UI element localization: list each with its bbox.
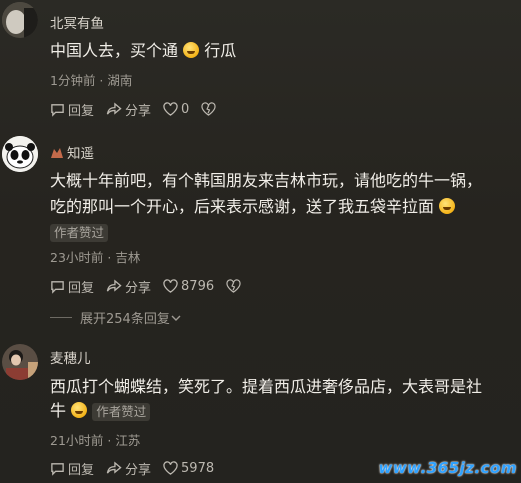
like-count: 0 (181, 101, 190, 117)
expand-replies-label: 展开254条回复 (80, 312, 170, 327)
heart-icon (163, 461, 178, 475)
share-label: 分享 (125, 280, 152, 296)
comment-text-part: 牛 (50, 401, 67, 420)
comment-text: 中国人去，买个通 行瓜 (50, 38, 507, 64)
avatar[interactable] (2, 344, 38, 380)
comment-text-part: 吃的那叫一个开心，后来表示感谢，送了我五袋辛拉面 (50, 197, 435, 216)
reply-button[interactable]: 回复 (50, 459, 94, 478)
share-icon (106, 460, 122, 474)
comment-author-name[interactable]: 北冥有鱼 (50, 12, 104, 32)
share-icon (106, 101, 122, 115)
comment-icon (51, 462, 64, 476)
dislike-icon (201, 102, 216, 116)
dislike-button[interactable] (226, 279, 244, 293)
emoji-laugh-icon (439, 198, 456, 214)
verified-icon (51, 148, 63, 158)
comment-text-line: 西瓜打个蝴蝶结，笑死了。提着西瓜进奢侈品店，大表哥是社 (50, 377, 483, 396)
comment-text-part: 中国人去，买个通 (50, 41, 179, 60)
reply-label: 回复 (68, 103, 95, 119)
comment-text-line: 牛 作者赞过 (50, 398, 507, 424)
like-button[interactable]: 0 (163, 102, 189, 117)
share-button[interactable]: 分享 (106, 100, 151, 119)
avatar[interactable] (2, 136, 38, 172)
comment-author-name[interactable]: 麦穗儿 (50, 347, 91, 367)
like-button[interactable]: 5978 (163, 461, 214, 476)
avatar[interactable] (2, 2, 38, 38)
comment-meta: 21小时前 · 江苏 (50, 433, 141, 448)
like-button[interactable]: 8796 (163, 279, 214, 294)
like-count: 5978 (181, 460, 215, 476)
author-name-label: 知遥 (67, 146, 94, 162)
comment-meta: 23小时前 · 吉林 (50, 250, 141, 265)
share-label: 分享 (125, 103, 152, 119)
author-liked-badge: 作者赞过 (92, 402, 151, 421)
avatar-image (2, 136, 38, 172)
avatar-image (2, 2, 38, 38)
expand-replies-button[interactable]: 展开254条回复 (50, 308, 182, 327)
comment-text-part: 行瓜 (204, 41, 237, 60)
dislike-button[interactable] (201, 102, 219, 116)
reply-label: 回复 (68, 280, 95, 296)
comment-actions: 回复 分享 5978 (50, 458, 226, 478)
share-label: 分享 (125, 462, 152, 478)
reply-label: 回复 (68, 462, 95, 478)
reply-button[interactable]: 回复 (50, 277, 94, 296)
emoji-laugh-icon (71, 402, 88, 418)
like-count: 8796 (181, 278, 215, 294)
comment-actions: 回复 分享 0 (50, 99, 231, 119)
author-liked-badge-wrap: 作者赞过 (50, 222, 109, 242)
comment-text-line: 吃的那叫一个开心，后来表示感谢，送了我五袋辛拉面 (50, 194, 507, 220)
reply-button[interactable]: 回复 (50, 100, 94, 119)
share-button[interactable]: 分享 (106, 459, 151, 478)
comment-actions: 回复 分享 8796 (50, 276, 256, 296)
author-liked-badge: 作者赞过 (50, 223, 109, 242)
emoji-grin-icon (183, 42, 200, 58)
comment-author-name[interactable]: 知遥 (50, 142, 94, 162)
comment-icon (51, 280, 64, 294)
comment-meta: 1分钟前 · 湖南 (50, 73, 133, 88)
heart-icon (163, 102, 178, 116)
divider (50, 317, 72, 318)
heart-icon (163, 279, 178, 293)
dislike-icon (226, 279, 241, 293)
avatar-image (2, 344, 38, 380)
comment-icon (51, 103, 64, 117)
share-icon (106, 278, 122, 292)
watermark: www.365jz.com (378, 459, 517, 477)
comment-text-line: 大概十年前吧，有个韩国朋友来吉林市玩，请他吃的牛一锅， (50, 171, 483, 190)
chevron-down-icon (171, 315, 181, 321)
share-button[interactable]: 分享 (106, 277, 151, 296)
